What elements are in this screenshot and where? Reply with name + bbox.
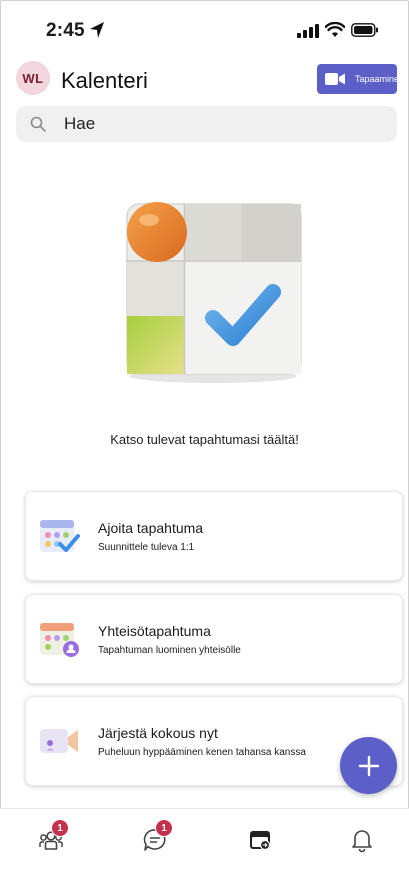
nav-calendar[interactable] (243, 825, 277, 859)
cellular-signal-icon (297, 24, 319, 38)
calendar-check-icon (40, 520, 80, 552)
video-call-icon (40, 729, 78, 753)
calendar-illustration (126, 202, 302, 383)
meet-now-button[interactable]: Tapaaminen (317, 64, 397, 94)
plus-icon (358, 755, 379, 776)
wifi-icon (325, 22, 345, 37)
page-title: Kalenteri (61, 68, 148, 93)
card-title: Järjestä kokous nyt (98, 725, 218, 741)
search-icon (30, 116, 46, 132)
meet-now-label: Tapaaminen (355, 74, 397, 84)
search-placeholder: Hae (64, 114, 96, 133)
schedule-event-card[interactable]: Ajoita tapahtuma Suunnittele tuleva 1:1 (25, 491, 403, 581)
nav-activity[interactable] (345, 825, 379, 859)
avatar[interactable]: WL (16, 61, 50, 95)
calendar-icon (250, 831, 271, 851)
video-camera-icon (325, 73, 345, 85)
location-arrow-icon (90, 22, 104, 38)
status-time: 2:45 (46, 20, 85, 41)
notification-badge: 1 (155, 819, 173, 837)
search-input[interactable]: Hae (16, 106, 397, 142)
empty-state-message: Katso tulevat tapahtumasi täältä! (110, 432, 299, 447)
new-event-button[interactable] (340, 737, 397, 794)
battery-icon (351, 23, 378, 37)
card-subtitle: Tapahtuman luominen yhteisölle (98, 645, 241, 656)
bell-icon (352, 830, 372, 853)
bottom-navigation: 1 1 (0, 808, 409, 879)
status-bar: 2:45 (0, 18, 409, 44)
notification-badge: 1 (51, 819, 69, 837)
card-title: Yhteisötapahtuma (98, 623, 211, 639)
card-title: Ajoita tapahtuma (98, 520, 204, 536)
community-calendar-icon (40, 623, 79, 657)
nav-communities[interactable]: 1 (34, 819, 69, 859)
nav-chat[interactable]: 1 (138, 819, 173, 859)
card-subtitle: Puheluun hyppääminen kenen tahansa kanss… (98, 747, 306, 758)
community-event-card[interactable]: Yhteisötapahtuma Tapahtuman luominen yht… (25, 594, 403, 684)
card-subtitle: Suunnittele tuleva 1:1 (98, 542, 195, 553)
